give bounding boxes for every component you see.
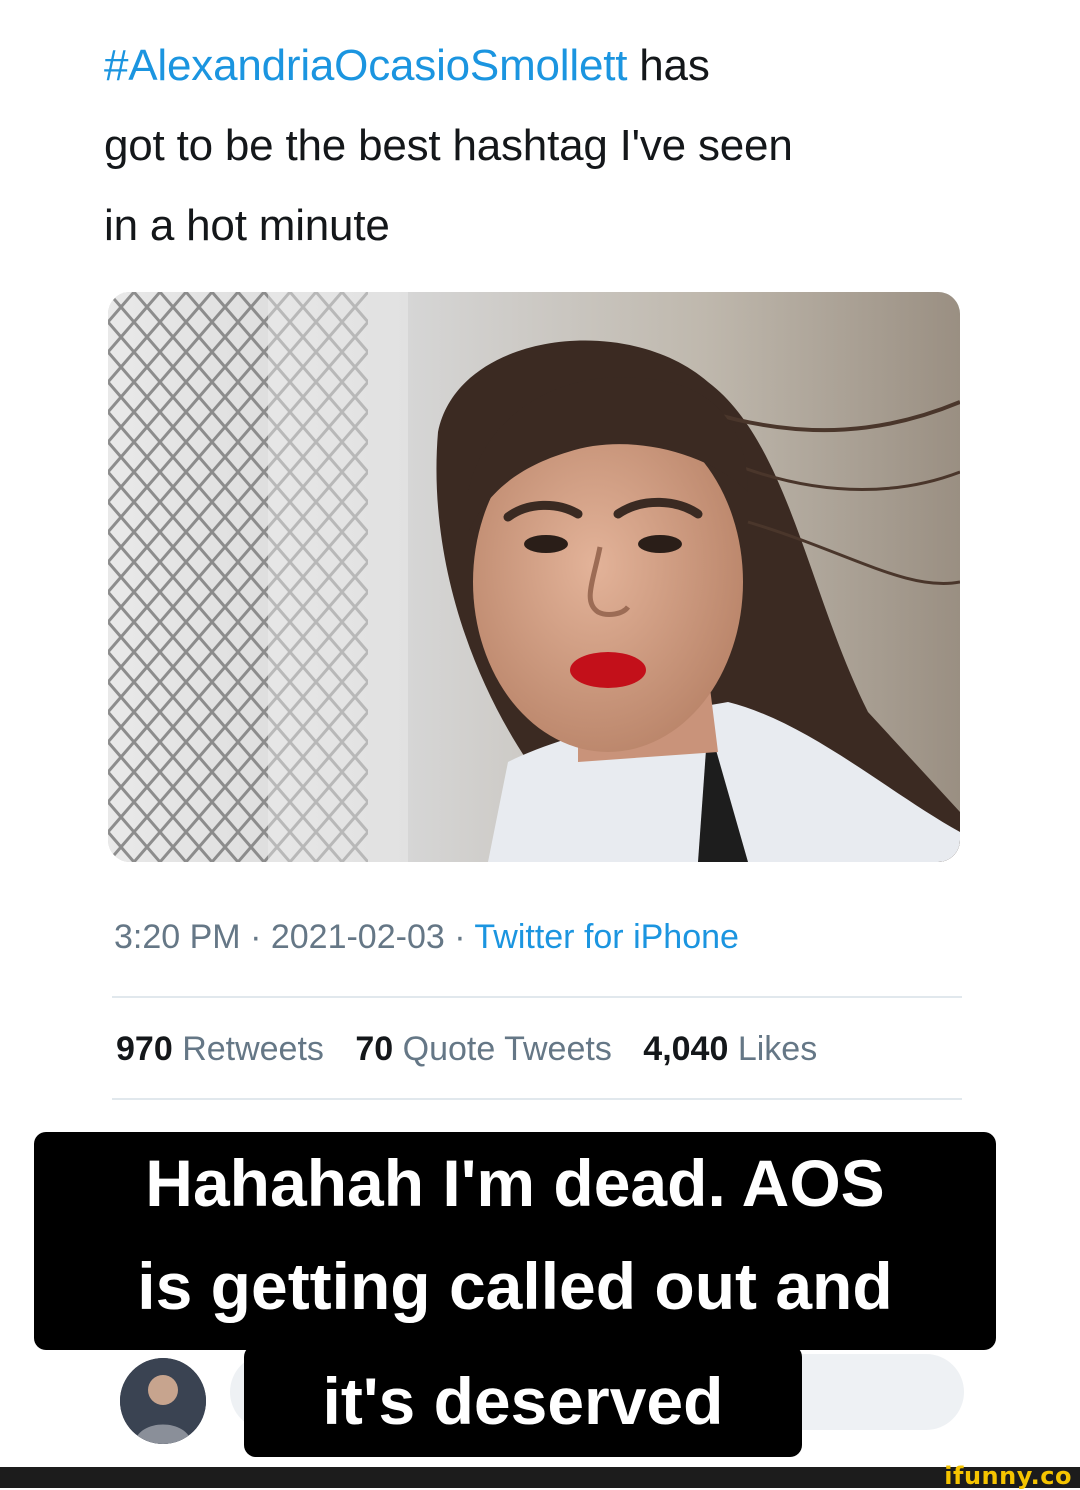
caption-line-3: it's deserved (322, 1364, 724, 1438)
divider (112, 996, 962, 998)
tweet-text-line3: in a hot minute (104, 201, 390, 250)
meta-separator: · (444, 918, 475, 956)
tweet-media-photo[interactable] (108, 292, 960, 862)
tweet-date: 2021-02-03 (270, 918, 445, 956)
caption-box-2: it's deserved (244, 1345, 802, 1457)
caption-line-2: is getting called out and (137, 1249, 893, 1323)
photo-illustration (108, 292, 960, 862)
meta-separator: · (240, 918, 271, 956)
watermark-bar (0, 1467, 1080, 1488)
tweet-text-line2: got to be the best hashtag I've seen (104, 121, 793, 170)
tweet-text: #AlexandriaOcasioSmollett has got to be t… (104, 26, 964, 266)
quote-tweets-label: Quote Tweets (402, 1030, 612, 1068)
caption-box: Hahahah I'm dead. AOS is getting called … (34, 1132, 996, 1350)
tweet-text-line1: has (627, 41, 710, 90)
retweets-count: 970 (116, 1030, 173, 1068)
caption-line-1: Hahahah I'm dead. AOS (145, 1146, 885, 1220)
hashtag-link[interactable]: #AlexandriaOcasioSmollett (104, 41, 627, 90)
tweet-stats: 970 Retweets 70 Quote Tweets 4,040 Likes (116, 1030, 839, 1069)
quote-tweets-stat[interactable]: 70 Quote Tweets (355, 1030, 611, 1068)
retweets-label: Retweets (182, 1030, 324, 1068)
ifunny-watermark: ifunny.co (944, 1462, 1072, 1490)
divider (112, 1098, 962, 1100)
tweet-time: 3:20 PM (114, 918, 241, 956)
likes-stat[interactable]: 4,040 Likes (643, 1030, 817, 1068)
quote-tweets-count: 70 (355, 1030, 394, 1068)
avatar-icon (120, 1358, 206, 1444)
user-avatar[interactable] (120, 1358, 206, 1444)
likes-label: Likes (737, 1030, 818, 1068)
likes-count: 4,040 (643, 1030, 729, 1068)
retweets-stat[interactable]: 970 Retweets (116, 1030, 324, 1068)
tweet-source-link[interactable]: Twitter for iPhone (474, 918, 739, 956)
tweet-meta: 3:20 PM · 2021-02-03 · Twitter for iPhon… (114, 918, 739, 957)
